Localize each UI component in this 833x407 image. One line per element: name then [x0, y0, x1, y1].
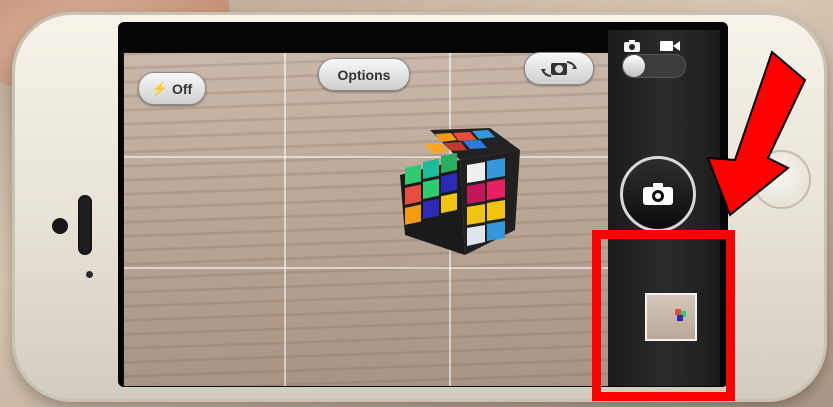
options-button[interactable]: Options: [318, 58, 410, 91]
flash-button[interactable]: ⚡ Off: [138, 72, 206, 105]
earpiece-speaker: [78, 195, 92, 255]
grid-line-horizontal: [124, 267, 609, 269]
grid-line-horizontal: [124, 156, 609, 158]
toggle-knob[interactable]: [623, 55, 645, 77]
photo-video-toggle[interactable]: [622, 54, 686, 78]
camera-rotate-icon: [541, 60, 577, 77]
grid-line-vertical: [284, 53, 286, 386]
red-highlight-box: [592, 230, 735, 401]
rubiks-cube: [400, 128, 520, 255]
photo-mode-icon: [624, 40, 640, 52]
video-camera-icon: [660, 41, 680, 51]
lightning-bolt-icon: ⚡: [151, 80, 168, 96]
flash-label: Off: [171, 80, 193, 97]
switch-camera-button[interactable]: [524, 52, 594, 85]
proximity-sensor: [86, 271, 93, 278]
shutter-button[interactable]: [620, 156, 696, 232]
options-label: Options: [337, 66, 391, 83]
camera-icon: [643, 183, 673, 205]
front-camera: [52, 218, 68, 234]
red-arrow-annotation: [706, 50, 807, 217]
